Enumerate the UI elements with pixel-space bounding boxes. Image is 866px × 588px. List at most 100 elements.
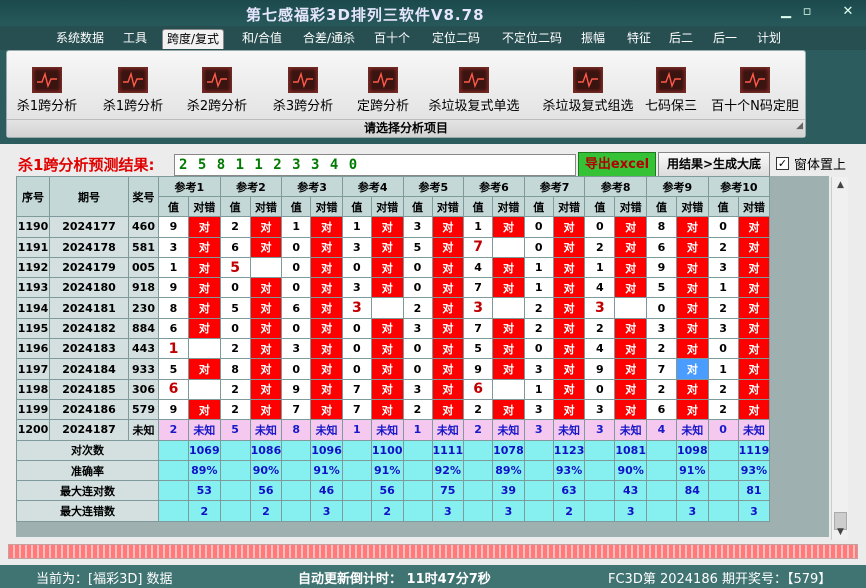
menu-item-9[interactable]: 特征 <box>622 29 656 49</box>
cell-result: 对 <box>431 256 465 279</box>
menu-item-3[interactable]: 和/合值 <box>238 29 286 49</box>
header-result: 对错 <box>249 195 283 218</box>
cell-result: 对 <box>249 216 283 238</box>
table-row[interactable]: 1200 2024187 未知 2 未知 5 未知 8 未知 1 未知 1 未知 2 未知 3 未知 3 未知 4 未知… <box>16 419 771 441</box>
menu-item-8[interactable]: 振幅 <box>576 29 610 49</box>
table-row[interactable]: 1192 2024179 005 1 对 5 0 对 0 对 0 对 4 对 1 对 1 对 9 对 3 对 <box>16 256 771 279</box>
cell-value: 2 <box>646 378 677 400</box>
cell-result: 对 <box>310 378 343 400</box>
menu-item-7[interactable]: 不定位二码 <box>496 29 568 49</box>
row-period: 2024177 <box>49 216 129 238</box>
menu-item-4[interactable]: 合差/通杀 <box>298 29 360 49</box>
row-seq: 1197 <box>16 358 50 380</box>
stats-value: 2 <box>188 500 221 522</box>
menu-item-6[interactable]: 定位二码 <box>428 29 484 49</box>
stats-value: 53 <box>188 480 221 502</box>
cell-result: 对 <box>737 317 771 340</box>
menu-item-0[interactable]: 系统数据 <box>52 29 108 49</box>
menu-item-10[interactable]: 后二 <box>664 29 698 49</box>
row-seq: 1190 <box>16 216 50 238</box>
cell-value: 0 <box>707 216 739 238</box>
cell-result <box>492 236 525 258</box>
minimize-icon[interactable]: ▁ <box>776 3 796 21</box>
table-row[interactable]: 1193 2024180 918 9 对 0 对 0 对 3 对 0 对 7 对 1 对 4 对 5 对 1 对 <box>16 277 771 299</box>
cell-value: 1 <box>281 216 312 238</box>
vertical-scrollbar[interactable]: ▲ ▼ <box>831 177 848 540</box>
cell-result <box>370 297 404 319</box>
stats-spacer <box>281 480 312 502</box>
export-excel-button[interactable]: 导出excel <box>578 152 656 177</box>
cell-result: 对 <box>614 317 647 340</box>
cell-value: 6 <box>463 378 494 400</box>
scroll-up-icon[interactable]: ▲ <box>832 177 849 193</box>
table-row[interactable]: 1194 2024181 230 8 对 5 对 6 对 3 2 对 3 2 对 3 0 对 2 对 <box>16 297 771 319</box>
row-period: 2024185 <box>49 378 129 400</box>
stats-spacer <box>158 500 189 522</box>
scroll-down-icon[interactable]: ▼ <box>832 524 849 540</box>
table-row[interactable]: 1190 2024177 460 9 对 2 对 1 对 1 对 3 对 1 对 0 对 0 对 8 对 0 对 <box>16 216 771 238</box>
ribbon-tool-5[interactable]: 杀垃圾复式单选 <box>414 67 534 114</box>
cell-result: 对 <box>249 338 283 360</box>
chart-icon <box>32 67 62 93</box>
row-seq: 1199 <box>16 398 50 421</box>
close-icon[interactable]: ✕ <box>838 3 858 21</box>
cell-result: 对 <box>370 338 404 360</box>
status-latest: FC3D第 2024186 期开奖号：【579】 <box>608 572 832 587</box>
cell-result: 对 <box>431 358 465 380</box>
expand-icon[interactable]: ◢ <box>796 118 803 135</box>
cell-result: 对 <box>676 256 709 279</box>
menu-item-5[interactable]: 百十个 <box>372 29 412 49</box>
cell-result: 对 <box>431 317 465 340</box>
cell-value: 8 <box>281 419 312 441</box>
cell-result: 对 <box>614 338 647 360</box>
header-ref: 参考6 <box>463 176 525 197</box>
generate-base-button[interactable]: 用结果>生成大底 <box>658 152 770 177</box>
cell-result: 对 <box>370 398 404 421</box>
stats-spacer <box>584 500 616 522</box>
cell-result: 对 <box>737 216 771 238</box>
table-row[interactable]: 1197 2024184 933 5 对 8 对 0 对 0 对 0 对 9 对 3 对 9 对 7 对 1 对 <box>16 358 771 380</box>
header-value: 值 <box>523 195 554 218</box>
maximize-icon[interactable]: ▫ <box>797 3 817 21</box>
cell-result: 对 <box>614 398 647 421</box>
menu-item-12[interactable]: 计划 <box>752 29 786 49</box>
cell-value: 2 <box>523 317 554 340</box>
cell-result: 对 <box>249 236 283 258</box>
stats-spacer <box>219 480 251 502</box>
stats-label: 对次数 <box>16 439 159 461</box>
menu-item-2[interactable]: 跨度/复式 <box>162 29 224 49</box>
menu-bar: 系统数据 工具 跨度/复式 和/合值 合差/通杀 百十个 定位二码 不定位二码 振幅 特征 后二 后一… <box>0 26 866 50</box>
title-bar: 第七感福彩3D排列三软件V8.78 ▁ ▫ ✕ <box>0 0 866 26</box>
cell-value: 4 <box>584 338 616 360</box>
cell-result: 对 <box>614 358 647 380</box>
table-row[interactable]: 1195 2024182 884 6 对 0 对 0 对 0 对 3 对 7 对 2 对 2 对 3 对 3 对 <box>16 317 771 340</box>
prediction-value[interactable]: 2 5 8 1 1 2 3 3 4 0 <box>174 154 576 176</box>
prediction-label: 杀1跨分析预测结果: <box>18 156 155 174</box>
cell-value: 7 <box>341 378 372 400</box>
cell-value: 0 <box>281 236 312 258</box>
stats-spacer <box>584 459 616 482</box>
row-seq: 1191 <box>16 236 50 258</box>
cell-value: 6 <box>158 378 189 400</box>
table-row[interactable]: 1191 2024178 581 3 对 6 对 0 对 3 对 5 对 7 0 对 2 对 6 对 2 对 <box>16 236 771 258</box>
header-ref: 参考1 <box>158 176 221 197</box>
header-result: 对错 <box>370 195 404 218</box>
cell-result: 对 <box>370 358 404 380</box>
ribbon-tool-8[interactable]: 百十个N码定胆 <box>695 67 815 114</box>
cell-result: 对 <box>431 398 465 421</box>
menu-item-1[interactable]: 工具 <box>118 29 152 49</box>
stats-row: 最大连对数 53 56 46 56 75 39 63 43 84 81 <box>16 480 771 502</box>
chart-icon <box>740 67 770 93</box>
cell-value: 4 <box>646 419 677 441</box>
menu-item-11[interactable]: 后一 <box>708 29 742 49</box>
table-row[interactable]: 1196 2024183 443 1 2 对 3 对 0 对 0 对 5 对 0 对 4 对 2 对 0 对 <box>16 338 771 360</box>
chart-icon <box>202 67 232 93</box>
cell-result: 对 <box>249 378 283 400</box>
cell-value: 1 <box>341 216 372 238</box>
table-row[interactable]: 1199 2024186 579 9 对 2 对 7 对 7 对 2 对 2 对 3 对 3 对 6 对 2 对 <box>16 398 771 421</box>
stay-on-top-checkbox[interactable]: ✓ <box>776 157 789 170</box>
cell-result: 对 <box>431 338 465 360</box>
table-row[interactable]: 1198 2024185 306 6 2 对 9 对 7 对 3 对 6 1 对 0 对 2 对 2 对 <box>16 378 771 400</box>
cell-value: 3 <box>584 297 616 319</box>
stats-value: 43 <box>614 480 647 502</box>
